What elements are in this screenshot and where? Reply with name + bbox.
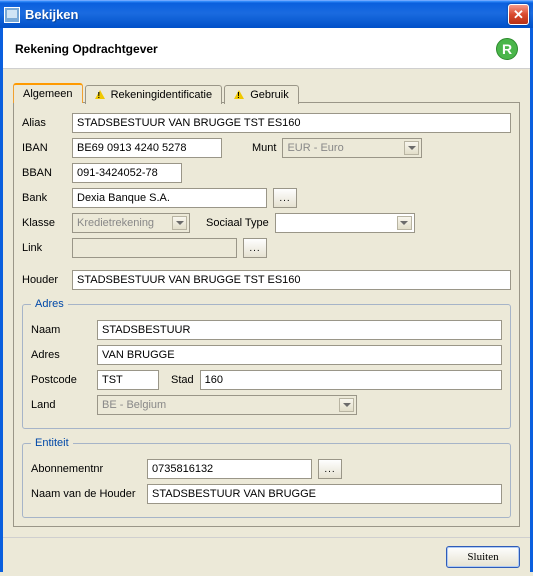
postcode-field[interactable] — [97, 370, 159, 390]
label-alias: Alias — [22, 117, 66, 129]
abonnementnr-field[interactable] — [147, 459, 312, 479]
bban-field[interactable] — [72, 163, 182, 183]
entiteit-group: Entiteit Abonnementnr ... Naam van de Ho… — [22, 437, 511, 518]
page-title: Rekening Opdrachtgever — [15, 42, 158, 56]
link-lookup-button[interactable]: ... — [243, 238, 267, 258]
warning-icon — [234, 90, 244, 99]
close-button[interactable]: Sluiten — [446, 546, 520, 568]
bank-lookup-button[interactable]: ... — [273, 188, 297, 208]
label-houder: Houder — [22, 274, 66, 286]
stad-field[interactable] — [200, 370, 502, 390]
warning-icon — [95, 90, 105, 99]
chevron-down-icon — [404, 141, 419, 155]
tab-label: Rekeningidentificatie — [111, 89, 213, 101]
tab-rekeningidentificatie[interactable]: Rekeningidentificatie — [85, 85, 223, 104]
iban-field[interactable] — [72, 138, 222, 158]
label-land: Land — [31, 399, 91, 411]
label-abonnementnr: Abonnementnr — [31, 463, 141, 475]
label-naam-houder: Naam van de Houder — [31, 488, 141, 500]
naam-houder-field[interactable] — [147, 484, 502, 504]
window-body: Rekening Opdrachtgever R Algemeen Rekeni… — [0, 28, 533, 572]
naam-field[interactable] — [97, 320, 502, 340]
label-postcode: Postcode — [31, 374, 91, 386]
tab-pane-algemeen: Alias IBAN Munt EUR - Euro BBAN Bank ... — [13, 102, 520, 527]
label-iban: IBAN — [22, 142, 66, 154]
tab-label: Gebruik — [250, 89, 289, 101]
sociaal-type-select[interactable] — [275, 213, 415, 233]
label-sociaal-type: Sociaal Type — [206, 217, 269, 229]
label-adres: Adres — [31, 349, 91, 361]
chevron-down-icon — [172, 216, 187, 230]
label-naam: Naam — [31, 324, 91, 336]
land-value: BE - Belgium — [102, 399, 166, 411]
adres-field[interactable] — [97, 345, 502, 365]
label-stad: Stad — [171, 374, 194, 386]
klasse-select[interactable]: Kredietrekening — [72, 213, 190, 233]
adres-legend: Adres — [31, 298, 68, 310]
houder-field[interactable] — [72, 270, 511, 290]
label-munt: Munt — [252, 142, 276, 154]
entiteit-legend: Entiteit — [31, 437, 73, 449]
window-title: Bekijken — [25, 7, 508, 22]
tab-gebruik[interactable]: Gebruik — [224, 85, 299, 104]
adres-group: Adres Naam Adres Postcode Stad Land — [22, 298, 511, 429]
tab-label: Algemeen — [23, 88, 73, 100]
label-bank: Bank — [22, 192, 66, 204]
chevron-down-icon — [397, 216, 412, 230]
label-bban: BBAN — [22, 167, 66, 179]
alias-field[interactable] — [72, 113, 511, 133]
dialog-footer: Sluiten — [3, 537, 530, 576]
munt-value: EUR - Euro — [287, 142, 343, 154]
app-icon — [4, 7, 20, 23]
label-link: Link — [22, 242, 66, 254]
land-select[interactable]: BE - Belgium — [97, 395, 357, 415]
title-bar: Bekijken ✕ — [0, 0, 533, 28]
content-area: Algemeen Rekeningidentificatie Gebruik A… — [3, 69, 530, 537]
label-klasse: Klasse — [22, 217, 66, 229]
klasse-value: Kredietrekening — [77, 217, 154, 229]
dialog-header: Rekening Opdrachtgever R — [3, 28, 530, 69]
close-icon[interactable]: ✕ — [508, 4, 529, 25]
link-field[interactable] — [72, 238, 237, 258]
abonnement-lookup-button[interactable]: ... — [318, 459, 342, 479]
chevron-down-icon — [339, 398, 354, 412]
record-badge: R — [496, 38, 518, 60]
tab-algemeen[interactable]: Algemeen — [13, 83, 83, 103]
munt-select[interactable]: EUR - Euro — [282, 138, 422, 158]
tab-strip: Algemeen Rekeningidentificatie Gebruik — [13, 83, 520, 103]
bank-field[interactable] — [72, 188, 267, 208]
